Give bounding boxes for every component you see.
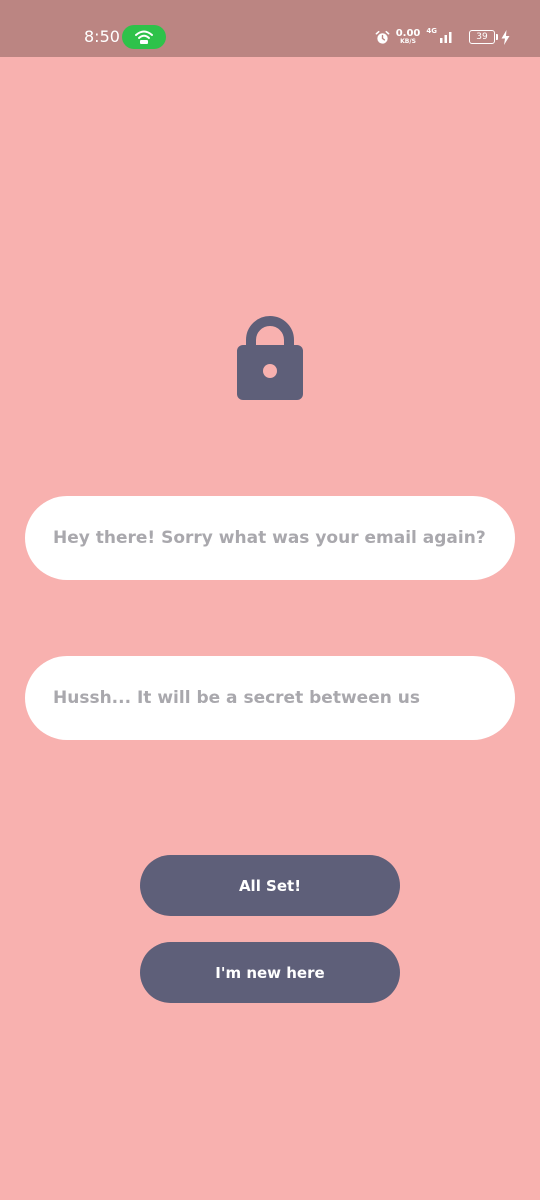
password-input[interactable]: [51, 687, 515, 709]
status-time: 8:50: [84, 27, 120, 46]
battery-icon: 39: [469, 30, 498, 44]
alarm-icon: [375, 30, 390, 44]
new-here-button[interactable]: I'm new here: [140, 942, 400, 1003]
status-icons: 0.00 KB/S 4G 39: [375, 26, 510, 48]
hotspot-icon: [135, 30, 153, 44]
network-speed-unit: KB/S: [400, 38, 416, 45]
network-type: 4G: [426, 27, 437, 35]
battery-level: 39: [476, 32, 488, 42]
network-speed: 0.00 KB/S: [396, 29, 421, 45]
email-field[interactable]: [25, 496, 515, 580]
status-bar: 8:50 0.00 KB/S 4G 39: [0, 0, 540, 57]
email-input[interactable]: [51, 527, 515, 549]
all-set-button[interactable]: All Set!: [140, 855, 400, 916]
signal-icon: [440, 32, 452, 43]
charging-icon: [501, 29, 510, 45]
password-field[interactable]: [25, 656, 515, 740]
hotspot-indicator[interactable]: [122, 25, 166, 49]
lock-icon: [237, 316, 303, 400]
